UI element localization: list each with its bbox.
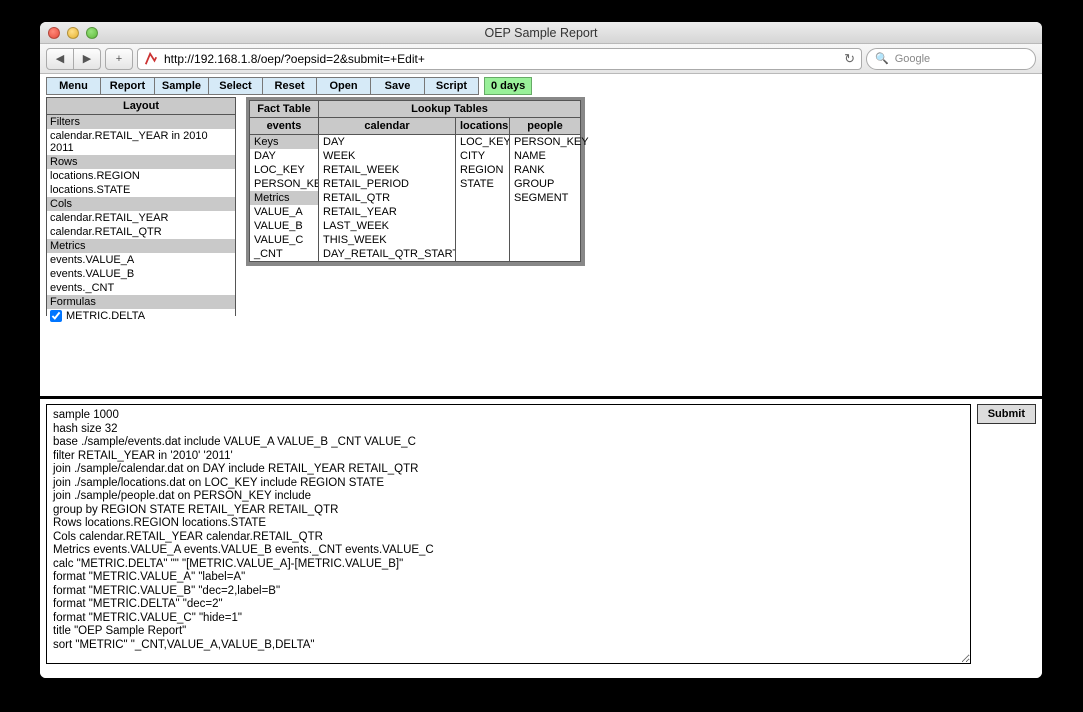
- layout-section: Formulas: [47, 295, 235, 309]
- column-field[interactable]: STATE: [456, 177, 509, 191]
- lookup-tables-header: Lookup Tables: [318, 100, 581, 118]
- column-field[interactable]: VALUE_B: [250, 219, 318, 233]
- tables-panel: Fact Table Lookup Tables eventscalendarl…: [246, 97, 585, 266]
- layout-item[interactable]: calendar.RETAIL_QTR: [47, 225, 235, 239]
- submit-button[interactable]: Submit: [977, 404, 1036, 424]
- column-field[interactable]: _CNT: [250, 247, 318, 261]
- formula-label: METRIC.DELTA: [66, 310, 145, 322]
- close-icon[interactable]: [48, 27, 60, 39]
- layout-item[interactable]: METRIC.DELTA: [47, 309, 235, 323]
- menu-sample[interactable]: Sample: [154, 77, 209, 95]
- zoom-icon[interactable]: [86, 27, 98, 39]
- column-field[interactable]: LAST_WEEK: [319, 219, 455, 233]
- forward-button[interactable]: ▶: [73, 48, 101, 70]
- column-field[interactable]: NAME: [510, 149, 580, 163]
- fact-table-header: Fact Table: [249, 100, 319, 118]
- column-field[interactable]: DAY: [250, 149, 318, 163]
- column-field[interactable]: CITY: [456, 149, 509, 163]
- layout-item[interactable]: events._CNT: [47, 281, 235, 295]
- window-controls: [48, 27, 98, 39]
- menu-reset[interactable]: Reset: [262, 77, 317, 95]
- menu-script[interactable]: Script: [424, 77, 479, 95]
- table-column-header[interactable]: events: [249, 117, 319, 135]
- column-section: Keys: [250, 135, 318, 149]
- page-content: MenuReportSampleSelectResetOpenSaveScrip…: [40, 74, 1042, 678]
- column-field[interactable]: GROUP: [510, 177, 580, 191]
- column-field[interactable]: THIS_WEEK: [319, 233, 455, 247]
- column-field[interactable]: RETAIL_QTR: [319, 191, 455, 205]
- formula-checkbox[interactable]: [50, 310, 62, 322]
- search-field[interactable]: 🔍 Google: [866, 48, 1036, 70]
- minimize-icon[interactable]: [67, 27, 79, 39]
- search-placeholder: Google: [895, 53, 930, 65]
- table-column: PERSON_KEYNAMERANKGROUPSEGMENT: [509, 134, 581, 262]
- column-field[interactable]: LOC_KEY: [456, 135, 509, 149]
- table-column-header[interactable]: calendar: [318, 117, 456, 135]
- layout-item[interactable]: events.VALUE_A: [47, 253, 235, 267]
- column-field[interactable]: RETAIL_PERIOD: [319, 177, 455, 191]
- table-column: DAYWEEKRETAIL_WEEKRETAIL_PERIODRETAIL_QT…: [318, 134, 456, 262]
- menu-open[interactable]: Open: [316, 77, 371, 95]
- layout-panel: Layout Filterscalendar.RETAIL_YEAR in 20…: [46, 97, 236, 316]
- favicon-icon: [144, 52, 158, 66]
- browser-toolbar: ◀ ▶ + http://192.168.1.8/oep/?oepsid=2&s…: [40, 44, 1042, 74]
- column-field[interactable]: REGION: [456, 163, 509, 177]
- table-column: KeysDAYLOC_KEYPERSON_KEYMetricsVALUE_AVA…: [249, 134, 319, 262]
- layout-section: Cols: [47, 197, 235, 211]
- back-button[interactable]: ◀: [46, 48, 74, 70]
- script-textarea[interactable]: [46, 404, 971, 664]
- column-field[interactable]: RETAIL_YEAR: [319, 205, 455, 219]
- layout-item[interactable]: calendar.RETAIL_YEAR: [47, 211, 235, 225]
- column-field[interactable]: PERSON_KEY: [510, 135, 580, 149]
- days-badge: 0 days: [484, 77, 532, 95]
- layout-item[interactable]: locations.REGION: [47, 169, 235, 183]
- app-menu: MenuReportSampleSelectResetOpenSaveScrip…: [40, 74, 1042, 95]
- menu-select[interactable]: Select: [208, 77, 263, 95]
- column-field[interactable]: VALUE_C: [250, 233, 318, 247]
- column-section: Metrics: [250, 191, 318, 205]
- layout-item[interactable]: locations.STATE: [47, 183, 235, 197]
- titlebar: OEP Sample Report: [40, 22, 1042, 44]
- add-bookmark-button[interactable]: +: [105, 48, 133, 70]
- search-icon: 🔍: [875, 52, 889, 65]
- column-field[interactable]: RANK: [510, 163, 580, 177]
- menu-report[interactable]: Report: [100, 77, 155, 95]
- column-field[interactable]: SEGMENT: [510, 191, 580, 205]
- layout-item[interactable]: events.VALUE_B: [47, 267, 235, 281]
- column-field[interactable]: VALUE_A: [250, 205, 318, 219]
- url-text: http://192.168.1.8/oep/?oepsid=2&submit=…: [164, 52, 838, 66]
- column-field[interactable]: DAY: [319, 135, 455, 149]
- window-title: OEP Sample Report: [40, 26, 1042, 40]
- table-column: LOC_KEYCITYREGIONSTATE: [455, 134, 510, 262]
- reload-icon[interactable]: ↻: [844, 51, 855, 67]
- app-window: OEP Sample Report ◀ ▶ + http://192.168.1…: [40, 22, 1042, 678]
- layout-panel-header: Layout: [47, 98, 235, 115]
- layout-section: Filters: [47, 115, 235, 129]
- menu-menu[interactable]: Menu: [46, 77, 101, 95]
- table-column-header[interactable]: locations: [455, 117, 510, 135]
- column-field[interactable]: LOC_KEY: [250, 163, 318, 177]
- layout-section: Metrics: [47, 239, 235, 253]
- column-field[interactable]: RETAIL_WEEK: [319, 163, 455, 177]
- horizontal-divider: [40, 396, 1042, 399]
- column-field[interactable]: WEEK: [319, 149, 455, 163]
- column-field[interactable]: DAY_RETAIL_QTR_STARTS: [319, 247, 455, 261]
- menu-save[interactable]: Save: [370, 77, 425, 95]
- address-bar[interactable]: http://192.168.1.8/oep/?oepsid=2&submit=…: [137, 48, 862, 70]
- table-column-header[interactable]: people: [509, 117, 581, 135]
- layout-section: Rows: [47, 155, 235, 169]
- column-field[interactable]: PERSON_KEY: [250, 177, 318, 191]
- layout-item[interactable]: calendar.RETAIL_YEAR in 2010 2011: [47, 129, 235, 155]
